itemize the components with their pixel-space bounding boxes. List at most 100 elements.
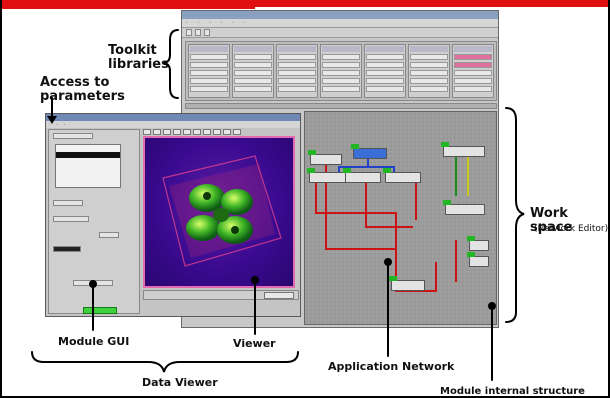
library-item[interactable] [366,54,404,60]
toolbar-button[interactable] [195,29,201,36]
data-viewer-titlebar[interactable] [46,114,300,121]
label-access-to-parameters: Access to parameters [40,75,125,104]
library-item[interactable] [190,62,228,68]
library-column [276,44,318,98]
gui-selection-list[interactable] [55,144,121,188]
library-item[interactable] [322,62,360,68]
network-module[interactable] [307,168,347,183]
gui-field[interactable] [53,133,93,139]
library-column [320,44,362,98]
library-item[interactable] [454,70,492,76]
library-item[interactable] [410,86,448,92]
network-tab-bar[interactable] [185,103,497,109]
library-item[interactable] [366,70,404,76]
library-item[interactable] [366,78,404,84]
menu-item[interactable]: · [221,19,223,27]
viewer-action-button[interactable] [264,292,294,299]
menu-item[interactable]: · [49,121,50,128]
toolkit-module-library [185,41,497,101]
library-item[interactable] [278,54,316,60]
network-module[interactable] [467,236,489,251]
viewer-tool-button[interactable] [223,129,231,135]
library-item[interactable] [190,86,228,92]
gui-field[interactable] [99,232,119,238]
library-column [188,44,230,98]
toolbar-button[interactable] [186,29,192,36]
library-item[interactable] [410,62,448,68]
library-item[interactable] [322,54,360,60]
network-module[interactable] [389,276,425,291]
viewer-tool-button[interactable] [183,129,191,135]
viewer-tool-button[interactable] [193,129,201,135]
library-item[interactable] [410,70,448,76]
library-item[interactable] [366,86,404,92]
gui-field[interactable] [53,200,83,206]
menu-item[interactable]: · [56,121,57,128]
library-item[interactable] [234,86,272,92]
label-module-internal-structure: Module internal structure [440,386,585,397]
gui-field[interactable] [53,216,89,222]
menu-item[interactable]: · [209,19,211,27]
gui-progress-indicator [83,307,117,314]
network-module[interactable] [351,144,387,159]
viewer-tool-button[interactable] [153,129,161,135]
3d-viewer-canvas[interactable] [143,136,295,288]
library-item[interactable] [278,78,316,84]
library-item[interactable] [234,78,272,84]
viewer-tool-button[interactable] [173,129,181,135]
viewer-tool-button[interactable] [213,129,221,135]
menu-item[interactable]: · [198,19,200,27]
library-item[interactable] [278,86,316,92]
library-item[interactable] [322,86,360,92]
viewer-tool-button[interactable] [233,129,241,135]
library-item[interactable] [366,62,404,68]
library-item[interactable] [454,86,492,92]
menu-item[interactable]: · [232,19,234,27]
library-item[interactable] [454,62,492,68]
library-column [452,44,494,98]
viewer-tool-button[interactable] [203,129,211,135]
menu-item[interactable]: · [244,19,246,27]
library-item[interactable] [234,62,272,68]
network-module[interactable] [308,150,342,165]
library-column [232,44,274,98]
library-item[interactable] [322,78,360,84]
library-item[interactable] [190,70,228,76]
network-editor-canvas[interactable] [304,111,497,325]
menu-item[interactable]: · [64,121,65,128]
library-item[interactable] [190,78,228,84]
menu-item[interactable]: · [186,19,188,27]
label-network-editor: (Network Editor) [534,224,609,234]
network-module[interactable] [441,142,485,157]
gui-selected-row[interactable] [56,152,120,158]
library-item[interactable] [190,54,228,60]
label-module-gui: Module GUI [58,335,130,348]
data-viewer-window: · · · [45,113,301,317]
network-module[interactable] [467,252,489,267]
main-window-titlebar[interactable] [182,11,498,19]
viewer-statusbar [143,290,299,300]
main-window-menubar: · · · · · · [182,19,498,28]
library-item[interactable] [234,70,272,76]
library-item[interactable] [278,62,316,68]
label-data-viewer: Data Viewer [142,376,218,389]
library-item[interactable] [410,54,448,60]
library-item[interactable] [278,70,316,76]
gui-field[interactable] [53,246,81,252]
module-gui-panel [48,129,140,314]
library-item[interactable] [234,54,272,60]
gui-button[interactable] [73,280,113,286]
library-item[interactable] [454,54,492,60]
label-application-network: Application Network [328,360,455,373]
viewer-tool-button[interactable] [163,129,171,135]
network-module[interactable] [443,200,485,215]
library-item[interactable] [454,78,492,84]
library-item[interactable] [410,78,448,84]
network-module[interactable] [343,168,381,183]
network-module[interactable] [383,168,421,183]
viewer-tool-button[interactable] [143,129,151,135]
main-window-toolbar [182,28,498,38]
data-viewer-menubar: · · · [46,121,300,128]
library-item[interactable] [322,70,360,76]
toolbar-button[interactable] [204,29,210,36]
